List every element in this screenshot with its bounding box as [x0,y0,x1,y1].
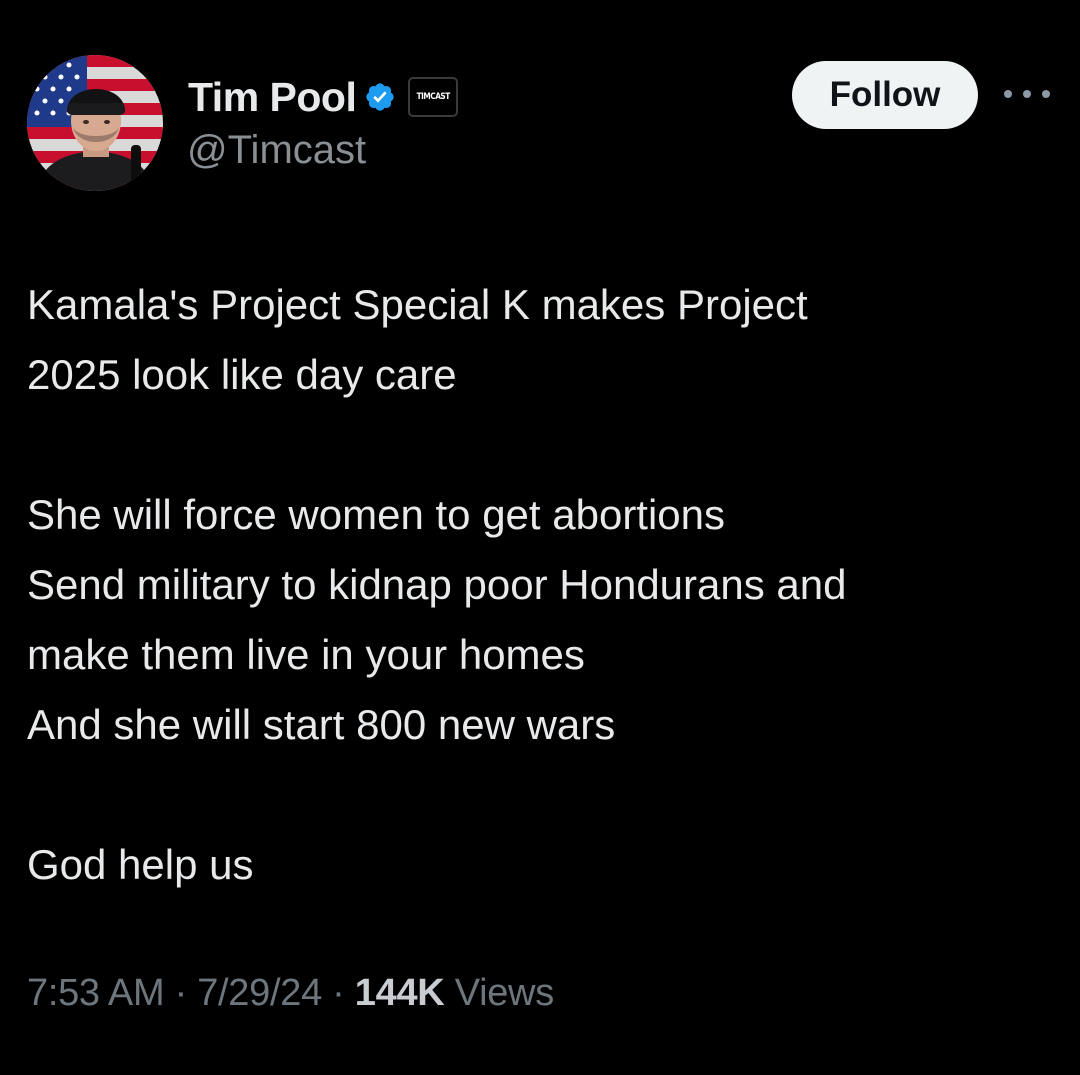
tweet-date[interactable]: 7/29/24 [197,972,322,1014]
affiliate-badge-text: TIMCAST [416,92,451,102]
tweet-line: make them live in your homes [27,631,585,678]
tweet-card: Tim Pool TIMCAST @Timcast Follow Kamala'… [0,0,1080,1075]
tweet-line: And she will start 800 new wars [27,701,616,748]
follow-button[interactable]: Follow [792,61,978,129]
more-dot [1042,90,1050,98]
more-dot [1023,90,1031,98]
tweet-meta: 7:53 AM · 7/29/24 · 144K Views [27,972,554,1015]
tweet-line: God help us [27,841,254,888]
more-horizontal-icon[interactable] [1004,84,1050,104]
tweet-line: She will force women to get abortions [27,491,726,538]
tweet-line: Kamala's Project Special K makes Project [27,281,808,328]
meta-separator: · [332,972,345,1014]
affiliate-badge-icon[interactable]: TIMCAST [408,77,459,117]
verified-badge-icon[interactable] [364,81,396,113]
author-handle[interactable]: @Timcast [187,128,366,173]
author-name-row: Tim Pool TIMCAST [188,72,459,122]
views-count: 144K [354,972,445,1014]
tweet-text: Kamala's Project Special K makes Project… [27,270,1067,900]
more-dot [1004,90,1012,98]
meta-separator: · [174,972,188,1014]
tweet-time[interactable]: 7:53 AM [27,972,165,1014]
author-display-name[interactable]: Tim Pool [188,74,357,121]
avatar[interactable] [27,55,163,191]
tweet-line: Send military to kidnap poor Hondurans a… [27,561,847,608]
views-label: Views [454,972,554,1014]
tweet-line: 2025 look like day care [27,351,457,398]
